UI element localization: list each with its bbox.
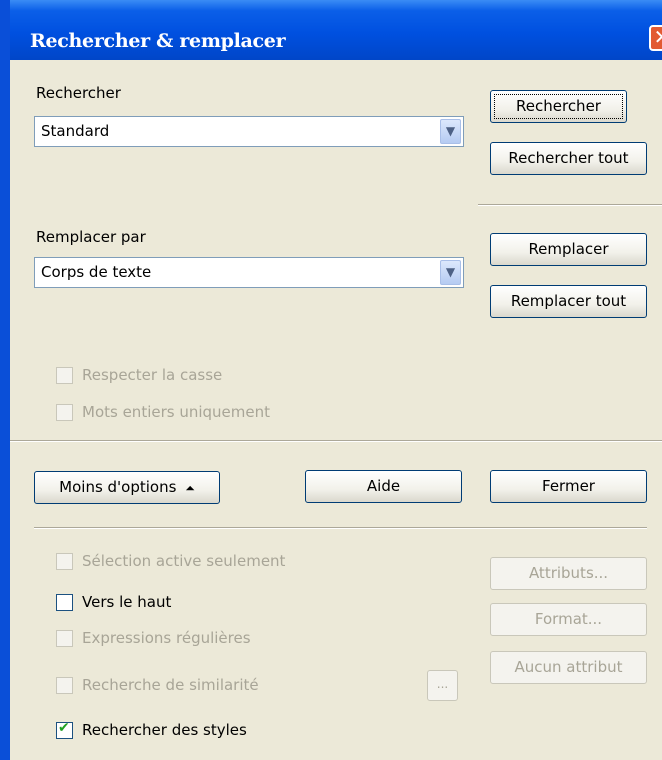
replace-value: Corps de texte <box>41 263 152 281</box>
similarity-label: Recherche de similarité <box>82 676 259 694</box>
fewer-options-label: Moins d'options <box>59 478 177 496</box>
search-value: Standard <box>41 122 110 140</box>
format-button[interactable]: Format... <box>490 603 647 636</box>
replace-combobox[interactable]: Corps de texte ▼ <box>34 257 464 288</box>
chevron-down-icon[interactable]: ▼ <box>440 119 461 144</box>
check-icon: ✔ <box>58 720 70 736</box>
close-window-button[interactable]: ✕ <box>649 25 662 51</box>
current-selection-checkbox[interactable] <box>56 553 73 570</box>
help-button[interactable]: Aide <box>305 470 462 503</box>
match-case-label: Respecter la casse <box>82 366 223 384</box>
match-case-checkbox[interactable] <box>56 367 73 384</box>
styles-checkbox[interactable]: ✔ <box>56 720 73 739</box>
fewer-options-button[interactable]: Moins d'options ⏶ <box>34 471 220 504</box>
search-label: Rechercher <box>36 84 121 102</box>
replace-all-button[interactable]: Remplacer tout <box>490 285 647 318</box>
replace-button[interactable]: Remplacer <box>490 233 647 266</box>
close-button[interactable]: Fermer <box>490 470 647 503</box>
window-title: Rechercher & remplacer <box>30 30 286 52</box>
search-all-button[interactable]: Rechercher tout <box>490 142 647 175</box>
similarity-settings-button[interactable]: ... <box>427 670 458 701</box>
search-combobox[interactable]: Standard ▼ <box>34 116 464 147</box>
search-button[interactable]: Rechercher <box>490 90 627 123</box>
whole-words-label: Mots entiers uniquement <box>82 403 271 421</box>
no-attributes-button[interactable]: Aucun attribut <box>490 651 647 684</box>
separator-main <box>10 440 662 442</box>
backwards-checkbox[interactable] <box>56 594 73 611</box>
attributes-button[interactable]: Attributs... <box>490 557 647 590</box>
replace-label: Remplacer par <box>36 228 146 246</box>
title-bar[interactable]: Rechercher & remplacer ✕ <box>10 0 662 60</box>
current-selection-label: Sélection active seulement <box>82 552 286 570</box>
separator-right <box>478 204 662 206</box>
whole-words-checkbox[interactable] <box>56 404 73 421</box>
chevron-down-icon[interactable]: ▼ <box>440 260 461 285</box>
double-chevron-up-icon: ⏶ <box>185 481 195 495</box>
regex-checkbox[interactable] <box>56 630 73 647</box>
backwards-label: Vers le haut <box>82 593 172 611</box>
separator-lower <box>34 527 647 529</box>
similarity-checkbox[interactable] <box>56 677 73 694</box>
styles-label: Rechercher des styles <box>82 721 247 739</box>
regex-label: Expressions régulières <box>82 629 251 647</box>
